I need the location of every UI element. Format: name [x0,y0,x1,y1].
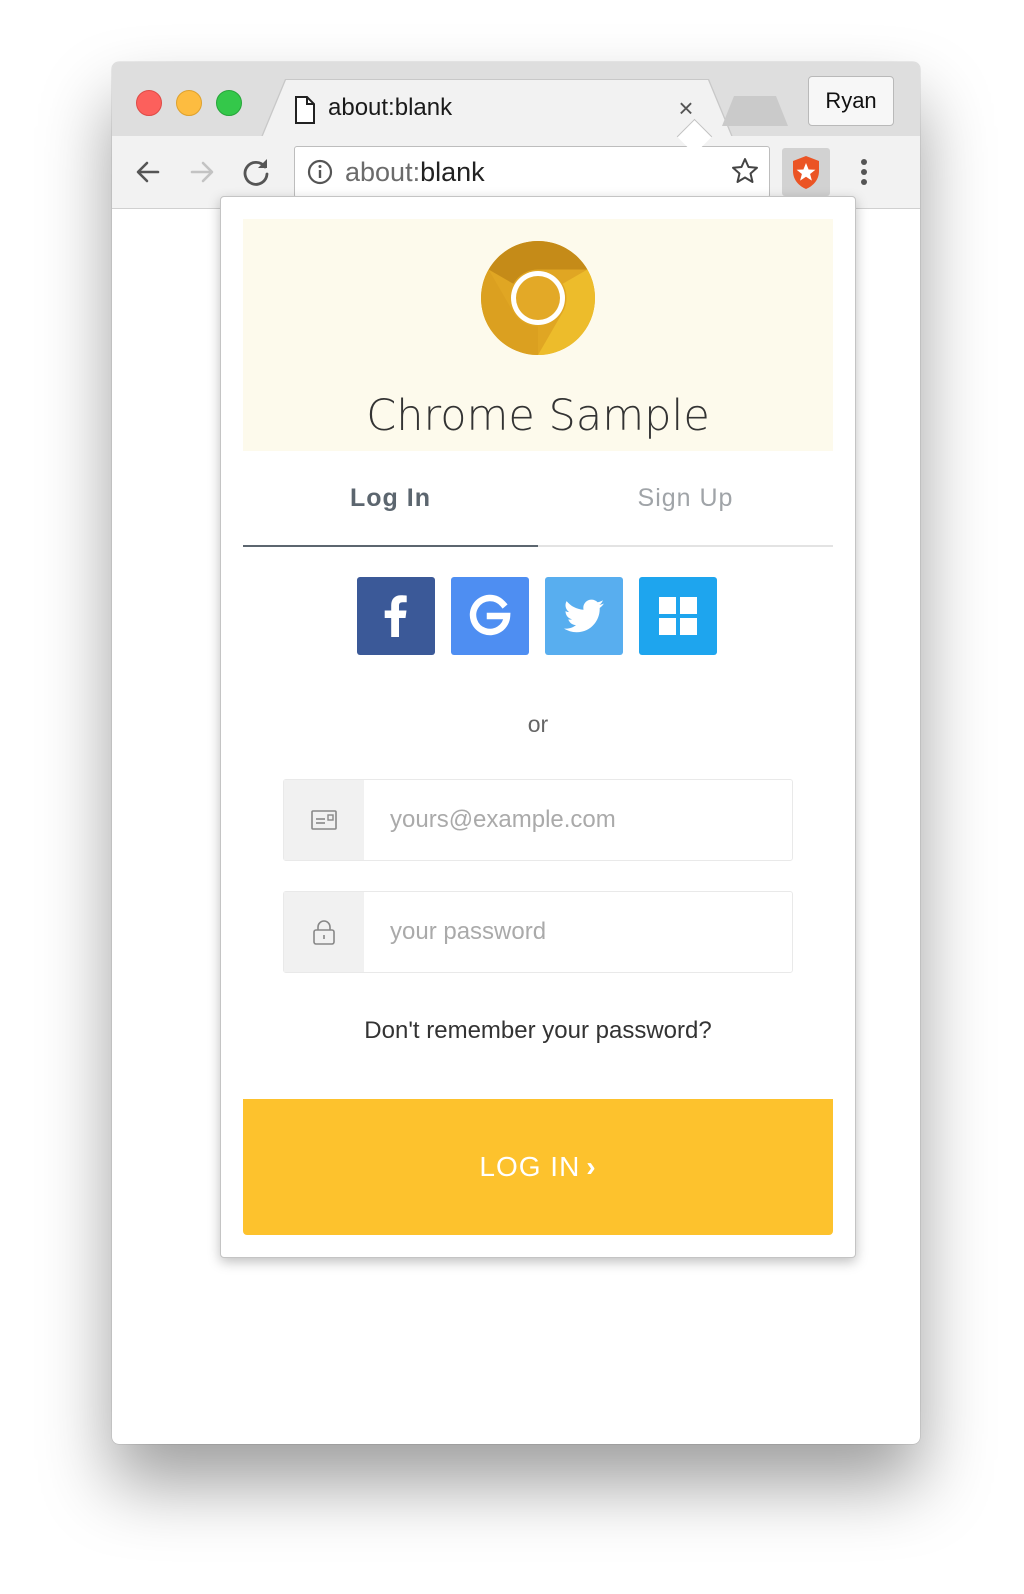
page-icon [295,96,315,124]
google-icon [469,594,511,636]
browser-tab[interactable]: about:blank × [262,80,732,138]
forgot-password-link[interactable]: Don't remember your password? [221,1017,855,1045]
facebook-login-button[interactable] [357,577,435,655]
lock-icon [313,920,335,945]
chrome-canary-logo [481,241,595,355]
zoom-window-button[interactable] [216,90,242,116]
address-bar[interactable]: about:blank [294,146,770,198]
tab-sign-up[interactable]: Sign Up [538,451,833,545]
tab-log-in[interactable]: Log In [243,451,538,545]
profile-button[interactable]: Ryan [808,76,894,126]
password-field [283,891,800,973]
popup-header: Chrome Sample [243,219,833,451]
login-submit-label: LOG IN [479,1151,581,1182]
forward-arrow-icon[interactable] [184,154,220,190]
windows-login-button[interactable] [639,577,717,655]
new-tab-button[interactable] [722,96,788,126]
auth-tabs: Log In Sign Up [243,451,833,547]
login-popup: Chrome Sample Log In Sign Up or yours@ex… [220,196,856,1258]
twitter-icon [564,599,604,633]
facebook-icon [384,595,407,637]
info-icon[interactable] [307,159,333,185]
auth-shield-icon [793,156,819,189]
bookmark-star-icon[interactable] [731,157,759,185]
windows-icon [659,597,697,635]
back-arrow-icon[interactable] [130,154,166,190]
minimize-window-button[interactable] [176,90,202,116]
title-bar: about:blank × Ryan [112,62,920,138]
tab-title: about:blank [328,94,453,121]
email-input[interactable] [364,780,800,860]
address-text: about:blank [345,157,485,187]
email-card-icon [311,810,337,830]
google-login-button[interactable] [451,577,529,655]
login-submit-button[interactable]: LOG IN › [243,1099,833,1235]
or-separator: or [527,711,549,737]
tab-close-button[interactable]: × [672,94,700,122]
active-tab-indicator [243,545,538,547]
close-window-button[interactable] [136,90,162,116]
more-menu-icon[interactable] [852,154,876,190]
email-field [283,779,800,861]
twitter-login-button[interactable] [545,577,623,655]
app-title: Chrome Sample [366,391,710,441]
reload-icon[interactable] [238,154,274,190]
password-input[interactable] [364,892,800,972]
extension-button[interactable] [782,148,830,196]
chevron-right-icon: › [586,1151,597,1182]
